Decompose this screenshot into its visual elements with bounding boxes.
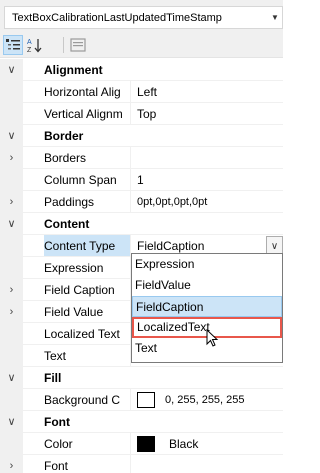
property-value[interactable]: Black: [137, 433, 283, 454]
category-content[interactable]: ∨ Content: [0, 213, 283, 235]
property-row-borders[interactable]: › Borders: [0, 147, 283, 169]
property-value[interactable]: 0, 255, 255, 255: [137, 389, 283, 410]
property-row-vertical-alignment[interactable]: Vertical Alignm Top: [0, 103, 283, 125]
collapse-chevron-icon[interactable]: ∨: [0, 125, 23, 146]
toolbar-separator: [63, 37, 64, 53]
dropdown-arrow-icon[interactable]: ▼: [268, 13, 282, 22]
categorized-icon[interactable]: [3, 35, 23, 55]
color-swatch: [137, 435, 155, 452]
object-selector-bar: TextBoxCalibrationLastUpdatedTimeStamp ▼: [0, 0, 283, 33]
font-color-value: Black: [169, 436, 199, 451]
property-row-background-color[interactable]: Background C 0, 255, 255, 255: [0, 389, 283, 411]
property-toolbar: A Z: [0, 33, 283, 58]
property-name: Font: [44, 455, 131, 473]
mouse-pointer-icon: [206, 329, 219, 347]
property-value[interactable]: 0pt,0pt,0pt,0pt: [137, 191, 283, 212]
dropdown-option[interactable]: Expression: [132, 254, 282, 275]
object-selector-value: TextBoxCalibrationLastUpdatedTimeStamp: [12, 11, 222, 24]
property-value[interactable]: [137, 147, 283, 168]
property-name: Paddings: [44, 191, 131, 212]
property-name: Expression: [44, 257, 131, 278]
category-label: Content: [44, 216, 90, 231]
category-label: Fill: [44, 370, 62, 385]
category-font[interactable]: ∨ Font: [0, 411, 283, 433]
svg-text:Z: Z: [27, 47, 32, 53]
property-row-horizontal-alignment[interactable]: Horizontal Alig Left: [0, 81, 283, 103]
property-name: Vertical Alignm: [44, 103, 131, 124]
background-color-value: 0, 255, 255, 255: [165, 393, 245, 406]
property-row-column-span[interactable]: Column Span 1: [0, 169, 283, 191]
color-swatch: [137, 391, 155, 408]
property-name: Field Value: [44, 301, 131, 322]
category-alignment[interactable]: ∨ Alignment: [0, 59, 283, 81]
property-row-color[interactable]: Color Black: [0, 433, 283, 455]
collapse-chevron-icon[interactable]: ∨: [0, 367, 23, 388]
dropdown-option[interactable]: FieldValue: [132, 275, 282, 296]
property-pages-icon[interactable]: [68, 35, 88, 55]
svg-text:A: A: [27, 39, 32, 46]
object-selector-dropdown[interactable]: TextBoxCalibrationLastUpdatedTimeStamp ▼: [4, 6, 283, 29]
expand-chevron-icon[interactable]: ›: [0, 191, 23, 212]
category-label: Alignment: [44, 62, 103, 77]
property-name: Content Type: [44, 235, 131, 256]
collapse-chevron-icon[interactable]: ∨: [0, 213, 23, 234]
property-name: Borders: [44, 147, 131, 168]
property-value[interactable]: Left: [137, 81, 283, 102]
property-value[interactable]: Top: [137, 103, 283, 124]
expand-chevron-icon[interactable]: ›: [0, 279, 23, 300]
property-row-font[interactable]: › Font: [0, 455, 283, 473]
category-label: Border: [44, 128, 84, 143]
expand-chevron-icon[interactable]: ›: [0, 301, 23, 322]
collapse-chevron-icon[interactable]: ∨: [0, 59, 23, 80]
property-name: Column Span: [44, 169, 131, 190]
property-name: Background C: [44, 389, 131, 410]
collapse-chevron-icon[interactable]: ∨: [0, 411, 23, 432]
expand-chevron-icon[interactable]: ›: [0, 147, 23, 168]
category-fill[interactable]: ∨ Fill: [0, 367, 283, 389]
property-value[interactable]: 1: [137, 169, 283, 190]
content-type-dropdown-list[interactable]: Expression FieldValue FieldCaption Local…: [131, 253, 283, 363]
expand-chevron-icon[interactable]: ›: [0, 455, 23, 473]
property-row-paddings[interactable]: › Paddings 0pt,0pt,0pt,0pt: [0, 191, 283, 213]
property-name: Horizontal Alig: [44, 81, 131, 102]
dropdown-option-hover[interactable]: FieldCaption: [132, 296, 282, 317]
alphabetical-icon[interactable]: A Z: [25, 35, 45, 55]
property-name: Text: [44, 345, 131, 366]
property-name: Field Caption: [44, 279, 131, 300]
category-label: Font: [44, 414, 70, 429]
property-name: Color: [44, 433, 131, 454]
category-border[interactable]: ∨ Border: [0, 125, 283, 147]
property-name: Localized Text: [44, 323, 131, 344]
